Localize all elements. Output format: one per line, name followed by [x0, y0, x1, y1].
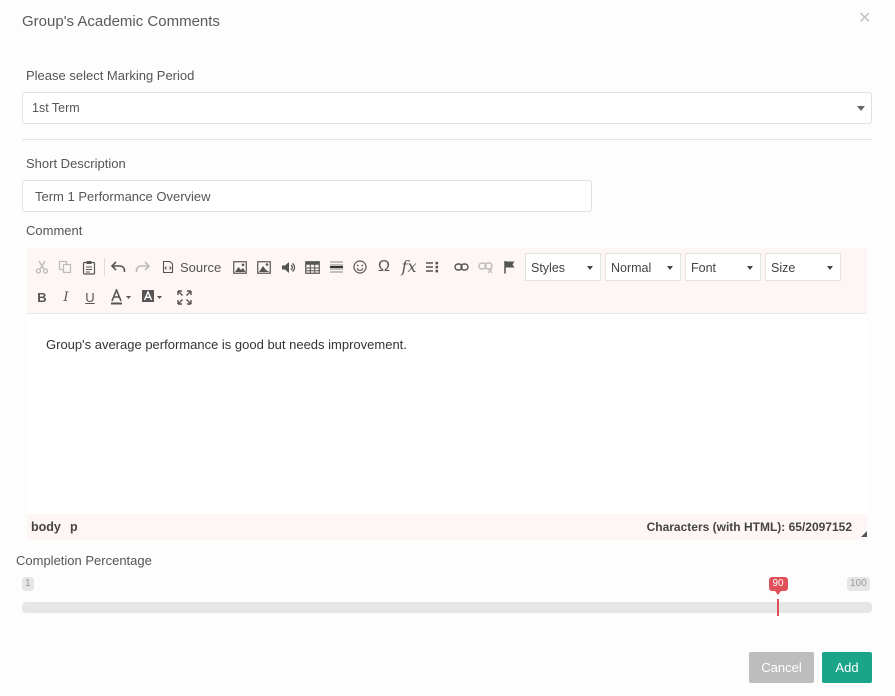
- undo-icon[interactable]: [109, 257, 127, 277]
- marking-period-value: 1st Term: [32, 101, 80, 115]
- completion-percentage-label: Completion Percentage: [16, 553, 152, 568]
- source-icon: [162, 260, 174, 274]
- styles-dropdown[interactable]: Styles: [525, 253, 601, 281]
- marking-period-select[interactable]: 1st Term: [22, 92, 872, 124]
- editor-toolbar: Source Ω fx Styles Normal Font Size B I …: [27, 248, 867, 314]
- smiley-icon[interactable]: [351, 257, 369, 277]
- chevron-down-icon: [667, 266, 673, 270]
- slider-max-label: 100: [847, 577, 870, 591]
- editor-status-bar: body p Characters (with HTML): 65/209715…: [27, 514, 867, 540]
- size-dropdown[interactable]: Size: [765, 253, 841, 281]
- formula-icon[interactable]: fx: [399, 256, 419, 276]
- italic-icon[interactable]: I: [57, 287, 75, 307]
- styles-dropdown-label: Styles: [531, 261, 566, 275]
- comment-text: Group's average performance is good but …: [46, 337, 407, 352]
- chevron-down-icon: [827, 266, 833, 270]
- text-color-icon[interactable]: [109, 287, 135, 307]
- editor-content-area[interactable]: Group's average performance is good but …: [27, 315, 867, 514]
- image-icon[interactable]: [231, 257, 249, 277]
- audio-icon[interactable]: [279, 257, 297, 277]
- short-description-label: Short Description: [26, 156, 126, 171]
- font-dropdown[interactable]: Font: [685, 253, 761, 281]
- close-icon[interactable]: ✕: [858, 11, 871, 27]
- source-button[interactable]: Source: [162, 257, 222, 277]
- slider-min-label: 1: [22, 577, 34, 591]
- divider: [22, 139, 872, 140]
- horizontal-line-icon[interactable]: [327, 257, 345, 277]
- short-description-input[interactable]: [22, 180, 592, 212]
- insert-image-icon[interactable]: [255, 257, 273, 277]
- source-label: Source: [180, 259, 222, 275]
- link-icon[interactable]: [452, 257, 470, 277]
- element-path-body[interactable]: body: [31, 520, 61, 534]
- resize-handle-icon[interactable]: [861, 531, 867, 537]
- chevron-down-icon: [747, 266, 753, 270]
- paste-icon[interactable]: [80, 257, 98, 277]
- maximize-icon[interactable]: [175, 287, 193, 307]
- unlink-icon[interactable]: [476, 257, 494, 277]
- cut-icon[interactable]: [33, 257, 51, 277]
- font-dropdown-label: Font: [691, 261, 717, 275]
- chevron-down-icon: [857, 106, 865, 111]
- toolbar-separator: [104, 258, 105, 276]
- underline-icon[interactable]: U: [81, 287, 99, 307]
- comment-label: Comment: [26, 223, 83, 238]
- bold-icon[interactable]: B: [33, 287, 51, 307]
- special-char-icon[interactable]: Ω: [375, 257, 393, 277]
- completion-slider-track[interactable]: [22, 602, 872, 613]
- redo-icon[interactable]: [133, 257, 151, 277]
- chevron-down-icon: [587, 266, 593, 270]
- format-dropdown-label: Normal: [611, 261, 652, 275]
- element-path-p[interactable]: p: [70, 520, 78, 534]
- dialog-title: Group's Academic Comments: [22, 13, 220, 30]
- background-color-icon[interactable]: [140, 287, 166, 307]
- completion-slider-handle[interactable]: [777, 599, 779, 616]
- format-dropdown[interactable]: Normal: [605, 253, 681, 281]
- list-icon[interactable]: [423, 257, 441, 277]
- character-count: Characters (with HTML): 65/2097152: [646, 520, 852, 534]
- rich-text-editor: Source Ω fx Styles Normal Font Size B I …: [27, 248, 867, 540]
- cancel-button[interactable]: Cancel: [749, 652, 814, 683]
- size-dropdown-label: Size: [771, 261, 796, 275]
- table-icon[interactable]: [303, 257, 321, 277]
- slider-value-label: 90: [768, 577, 788, 595]
- add-button[interactable]: Add: [822, 652, 872, 683]
- copy-icon[interactable]: [56, 257, 74, 277]
- marking-period-label: Please select Marking Period: [26, 68, 195, 83]
- anchor-flag-icon[interactable]: [500, 257, 518, 277]
